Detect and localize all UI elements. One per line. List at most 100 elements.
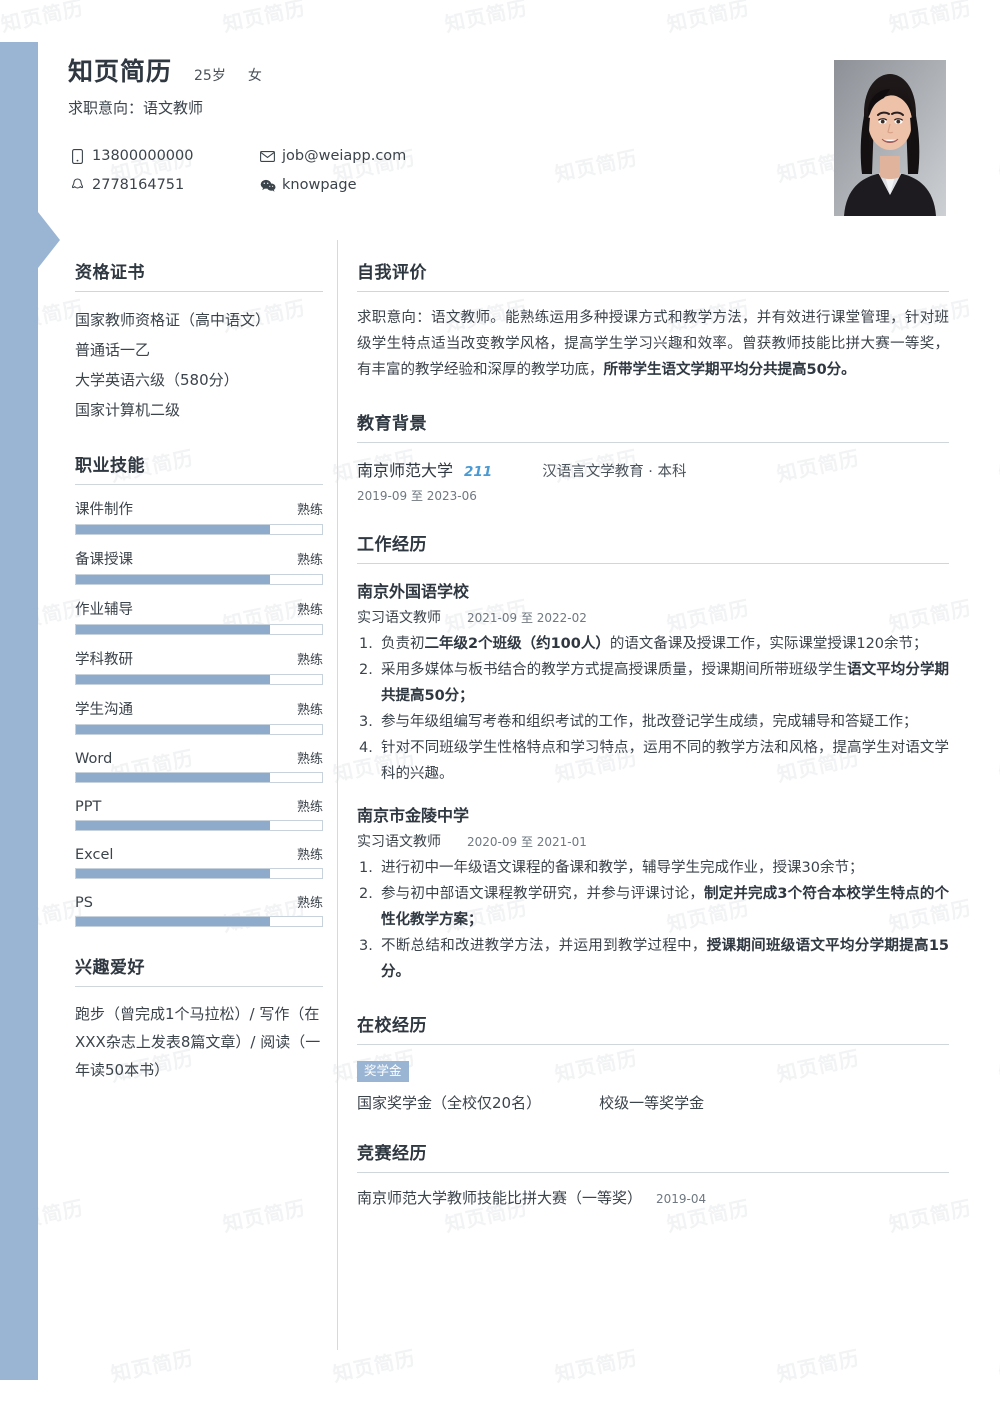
job-bullets: 进行初中一年级语文课程的备课和教学，辅导学生完成作业，授课30余节； 参与初中部语…	[357, 855, 949, 985]
list-item: 国家计算机二级	[75, 401, 181, 419]
skill-progress-bar	[75, 772, 323, 783]
skill-name: 学科教研	[75, 652, 133, 668]
candidate-name: 知页简历	[68, 57, 173, 86]
skill-level: 熟练	[296, 703, 323, 718]
skill-name: PPT	[75, 799, 102, 815]
candidate-gender: 女	[247, 68, 262, 84]
self-evaluation-highlight: 所带学生语文学期平均分共提高50分。	[603, 362, 856, 378]
skill-level: 熟练	[296, 848, 323, 863]
left-accent-arrow	[38, 212, 60, 268]
competition-name: 南京师范大学教师技能比拼大赛（一等奖）	[357, 1188, 643, 1207]
job-meta: 实习语文教师 2021-09 至 2022-02	[357, 607, 949, 627]
list-item: 负责初二年级2个班级（约100人）的语文备课及授课工作，实际课堂授课120余节；	[357, 631, 949, 657]
self-evaluation-heading: 自我评价	[357, 258, 949, 292]
skill-progress-fill	[76, 773, 271, 782]
left-column: 资格证书 国家教师资格证（高中语文） 普通话一乙 大学英语六级（580分） 国家…	[75, 258, 323, 1110]
section-certificates: 资格证书 国家教师资格证（高中语文） 普通话一乙 大学英语六级（580分） 国家…	[75, 258, 323, 425]
section-hobbies: 兴趣爱好 跑步（曾完成1个马拉松）/ 写作（在XXX杂志上发表8篇文章）/ 阅读…	[75, 953, 323, 1084]
skill-level: 熟练	[296, 603, 323, 618]
list-item: 进行初中一年级语文课程的备课和教学，辅导学生完成作业，授课30余节；	[357, 855, 949, 881]
skill-item: Word 熟练	[75, 748, 323, 783]
award-item: 校级一等奖学金	[599, 1093, 705, 1112]
skills-list: 课件制作 熟练 备课授课 熟练 作业辅导 熟练 学科教研 熟练 学生沟通 熟练 Word 熟练 PPT 熟…	[75, 498, 323, 927]
skill-item: 作业辅导 熟练	[75, 598, 323, 635]
wechat-value: knowpage	[282, 177, 357, 193]
skill-level: 熟练	[296, 752, 323, 767]
skill-item: PPT 熟练	[75, 796, 323, 831]
bullet-text: 负责初	[381, 636, 425, 652]
bullet-text: 采用多媒体与板书结合的教学方式提高授课质量，授课期间所带班级学生	[381, 662, 848, 678]
list-item: 不断总结和改进教学方法，并运用到教学过程中，授课期间班级语文平均分学期提高15分…	[357, 933, 949, 985]
competition-date: 2019-04	[656, 1191, 707, 1206]
education-school: 南京师范大学	[357, 461, 454, 480]
skill-level: 熟练	[296, 800, 323, 815]
section-work: 工作经历 南京外国语学校 实习语文教师 2021-09 至 2022-02 负责初二年…	[357, 530, 949, 985]
list-item: 采用多媒体与板书结合的教学方式提高授课质量，授课期间所带班级学生语文平均分学期共…	[357, 657, 949, 709]
skill-item: 学科教研 熟练	[75, 648, 323, 685]
section-rule	[357, 1044, 949, 1045]
job-role: 实习语文教师	[357, 610, 441, 626]
section-competition: 竞赛经历 南京师范大学教师技能比拼大赛（一等奖） 2019-04	[357, 1139, 949, 1208]
bullet-text: 针对不同班级学生性格特点和学习特点，运用不同的教学方法和风格，提高学生对语文学科…	[381, 740, 949, 782]
skill-progress-bar	[75, 524, 323, 535]
skill-progress-fill	[76, 725, 271, 734]
section-skills: 职业技能 课件制作 熟练 备课授课 熟练 作业辅导 熟练 学科教研 熟练 学生沟通 熟练 Word 熟…	[75, 451, 323, 927]
hobbies-heading: 兴趣爱好	[75, 953, 323, 987]
skill-progress-bar	[75, 724, 323, 735]
skill-progress-fill	[76, 675, 271, 684]
skill-item: 课件制作 熟练	[75, 498, 323, 535]
contact-qq: 2778164751	[68, 177, 258, 193]
skill-name: 学生沟通	[75, 702, 133, 718]
bullet-highlight: 二年级2个班级（约100人）	[424, 636, 610, 652]
skill-row: 课件制作 熟练	[75, 498, 323, 519]
skill-level: 熟练	[296, 503, 323, 518]
self-evaluation-title: 自我评价	[357, 263, 427, 283]
education-date: 2019-09 至 2023-06	[357, 489, 477, 503]
award-item: 国家奖学金（全校仅20名）	[357, 1093, 542, 1112]
awards-row: 国家奖学金（全校仅20名） 校级一等奖学金	[357, 1092, 949, 1113]
skill-progress-fill	[76, 917, 271, 926]
bullet-text: 的语文备课及授课工作，实际课堂授课120余节；	[609, 636, 928, 652]
wechat-icon	[258, 179, 277, 192]
phone-icon	[68, 148, 87, 164]
bullet-text: 参与初中部语文课程教学研究，并参与评课讨论，	[381, 886, 704, 902]
column-divider	[337, 240, 338, 1350]
skill-name: Word	[75, 751, 113, 767]
self-evaluation-text: 求职意向：语文教师。能熟练运用多种授课方式和教学方法，并有效进行课堂管理，针对班…	[357, 305, 949, 383]
list-item: 针对不同班级学生性格特点和学习特点，运用不同的教学方法和风格，提高学生对语文学科…	[357, 735, 949, 787]
skill-progress-fill	[76, 525, 271, 534]
skill-item: PS 熟练	[75, 892, 323, 927]
section-education: 教育背景 南京师范大学 211 汉语言文学教育 · 本科 2019-09 至 2…	[357, 409, 949, 504]
certificates-list: 国家教师资格证（高中语文） 普通话一乙 大学英语六级（580分） 国家计算机二级	[75, 305, 323, 425]
skill-progress-bar	[75, 574, 323, 585]
hobbies-title: 兴趣爱好	[75, 958, 145, 978]
section-rule	[75, 291, 323, 292]
section-self-evaluation: 自我评价 求职意向：语文教师。能熟练运用多种授课方式和教学方法，并有效进行课堂管…	[357, 258, 949, 383]
education-heading: 教育背景	[357, 409, 949, 443]
job-objective: 求职意向：语文教师	[68, 99, 204, 117]
skill-progress-bar	[75, 820, 323, 831]
work-title: 工作经历	[357, 535, 427, 555]
email-icon	[258, 150, 277, 162]
skill-name: Excel	[75, 847, 114, 863]
skill-row: 学科教研 熟练	[75, 648, 323, 669]
skills-title: 职业技能	[75, 456, 145, 476]
job-meta: 实习语文教师 2020-09 至 2021-01	[357, 831, 949, 851]
education-major: 汉语言文学教育 · 本科	[542, 464, 687, 480]
candidate-photo	[834, 60, 946, 216]
skill-progress-bar	[75, 624, 323, 635]
certificates-heading: 资格证书	[75, 258, 323, 292]
job-company: 南京外国语学校	[357, 582, 470, 601]
skill-level: 熟练	[296, 896, 323, 911]
skill-progress-fill	[76, 821, 271, 830]
skill-level: 熟练	[296, 653, 323, 668]
skill-progress-bar	[75, 674, 323, 685]
hobbies-text: 跑步（曾完成1个马拉松）/ 写作（在XXX杂志上发表8篇文章）/ 阅读（一年读5…	[75, 1005, 321, 1079]
skill-name: 课件制作	[75, 502, 133, 518]
competition-entry: 南京师范大学教师技能比拼大赛（一等奖） 2019-04	[357, 1187, 949, 1208]
list-item: 国家教师资格证（高中语文）	[75, 311, 271, 329]
competition-heading: 竞赛经历	[357, 1139, 949, 1173]
section-rule	[357, 563, 949, 564]
skill-item: 学生沟通 熟练	[75, 698, 323, 735]
job-date: 2021-09 至 2022-02	[467, 611, 587, 625]
